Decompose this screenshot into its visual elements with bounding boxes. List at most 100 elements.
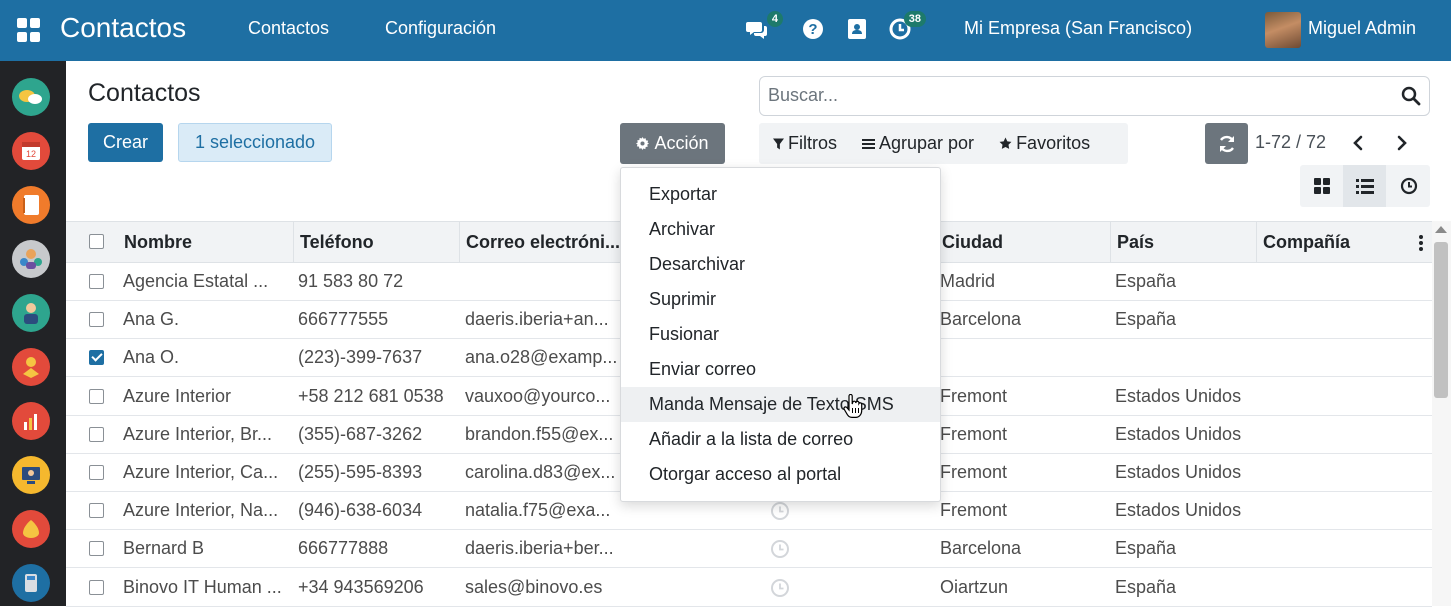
search-icon[interactable] <box>1401 86 1421 106</box>
filters-button[interactable]: Filtros <box>773 123 837 164</box>
cell-country: Estados Unidos <box>1115 500 1242 521</box>
selection-count-badge[interactable]: 1 seleccionado <box>178 123 332 162</box>
menu-item-desarchivar[interactable]: Desarchivar <box>621 247 940 282</box>
messages-icon[interactable]: 4 <box>745 11 783 41</box>
create-button[interactable]: Crear <box>88 123 163 162</box>
pager-next-icon[interactable] <box>1391 131 1413 155</box>
refresh-button[interactable] <box>1205 123 1248 164</box>
table-row[interactable]: Binovo IT Human ... +34 943569206 sales@bi… <box>66 568 1432 607</box>
cell-name: Ana O. <box>123 347 180 368</box>
action-dropdown-menu: Exportar Archivar Desarchivar Suprimir F… <box>620 167 941 502</box>
group-by-button[interactable]: Agrupar por <box>862 123 974 164</box>
user-avatar[interactable] <box>1265 12 1301 48</box>
cell-phone: (223)-399-7637 <box>298 347 423 368</box>
menu-contactos[interactable]: Contactos <box>248 18 329 39</box>
cell-phone: +58 212 681 0538 <box>298 385 444 406</box>
crm-app-icon[interactable] <box>12 348 50 386</box>
refresh-icon <box>1219 135 1234 152</box>
cell-email: brandon.f55@ex... <box>465 423 614 444</box>
company-switcher[interactable]: Mi Empresa (San Francisco) <box>964 18 1192 39</box>
activities-badge: 38 <box>903 11 926 27</box>
search-input[interactable] <box>768 85 1388 106</box>
column-header-nombre[interactable]: Nombre <box>118 222 294 262</box>
column-header-ciudad[interactable]: Ciudad <box>936 222 1111 262</box>
cell-country: España <box>1115 538 1177 559</box>
scroll-up-arrow[interactable] <box>1435 226 1447 233</box>
top-navbar: Contactos Contactos Configuración 4 ? 38… <box>0 0 1451 61</box>
bars-icon <box>862 138 875 149</box>
favorites-button[interactable]: Favoritos <box>999 123 1090 164</box>
user-menu[interactable]: Miguel Admin <box>1308 18 1416 39</box>
cell-phone: (255)-595-8393 <box>298 462 423 482</box>
column-header-compania[interactable]: Compañía <box>1257 222 1432 262</box>
cell-email: natalia.f75@exa... <box>465 500 611 521</box>
row-checkbox[interactable] <box>89 350 104 366</box>
cell-country: España <box>1115 309 1177 330</box>
list-view-icon[interactable] <box>1343 165 1386 207</box>
row-checkbox[interactable] <box>89 503 104 519</box>
page-title: Contactos <box>88 79 201 107</box>
column-header-telefono[interactable]: Teléfono <box>294 222 460 262</box>
contacts-app-icon[interactable] <box>12 240 50 278</box>
activity-clock-icon[interactable] <box>770 578 790 598</box>
contact-card-icon[interactable] <box>845 17 869 41</box>
cell-name: Azure Interior, Na... <box>123 500 279 521</box>
optional-columns-icon[interactable] <box>1418 234 1424 252</box>
cell-email: daeris.iberia+an... <box>465 309 609 330</box>
activity-view-icon[interactable] <box>1387 165 1430 207</box>
menu-item-enviar-correo[interactable]: Enviar correo <box>621 352 940 387</box>
cell-country: Estados Unidos <box>1115 385 1242 406</box>
menu-item-fusionar[interactable]: Fusionar <box>621 317 940 352</box>
select-all-checkbox[interactable] <box>89 234 104 249</box>
cell-name: Azure Interior, Br... <box>123 423 273 444</box>
column-header-pais[interactable]: País <box>1111 222 1257 262</box>
star-icon <box>999 137 1012 149</box>
menu-item-enviar-sms[interactable]: Manda Mensaje de Texto SMS <box>621 387 940 422</box>
notes-app-icon[interactable] <box>12 186 50 224</box>
pos-app-icon[interactable] <box>12 564 50 602</box>
sales-app-icon[interactable] <box>12 402 50 440</box>
app-menu-icon[interactable] <box>17 18 41 42</box>
row-checkbox[interactable] <box>89 274 104 289</box>
menu-item-anadir-lista-correo[interactable]: Añadir a la lista de correo <box>621 422 940 457</box>
discuss-app-icon[interactable] <box>12 78 50 116</box>
cell-email: vauxoo@yourco... <box>465 385 611 406</box>
activities-clock-icon[interactable]: 38 <box>888 11 926 41</box>
calendar-app-icon[interactable]: 12 <box>12 132 50 170</box>
scrollbar-thumb[interactable] <box>1434 242 1448 398</box>
activity-clock-icon[interactable] <box>770 539 790 559</box>
row-checkbox[interactable] <box>89 541 104 557</box>
cell-email: ana.o28@examp... <box>465 347 618 368</box>
row-checkbox[interactable] <box>89 579 104 595</box>
action-button[interactable]: Acción <box>620 123 725 164</box>
menu-item-suprimir[interactable]: Suprimir <box>621 282 940 317</box>
menu-item-exportar[interactable]: Exportar <box>621 177 940 212</box>
cell-phone: (355)-687-3262 <box>298 423 423 444</box>
employees-app-icon[interactable] <box>12 294 50 332</box>
website-app-icon[interactable] <box>12 456 50 494</box>
cell-city: Fremont <box>940 423 1008 444</box>
menu-item-archivar[interactable]: Archivar <box>621 212 940 247</box>
cell-country: Estados Unidos <box>1115 423 1242 444</box>
pager-previous-icon[interactable] <box>1347 131 1369 155</box>
cell-email: daeris.iberia+ber... <box>465 538 614 559</box>
hand-cursor-icon <box>843 394 863 418</box>
menu-item-acceso-portal[interactable]: Otorgar acceso al portal <box>621 457 940 492</box>
pager-value[interactable]: 1-72 / 72 <box>1255 132 1326 153</box>
row-checkbox[interactable] <box>89 426 104 442</box>
cell-city: Barcelona <box>940 309 1022 330</box>
table-row[interactable]: Bernard B 666777888 daeris.iberia+ber... Ba… <box>66 530 1432 569</box>
cell-email <box>465 263 635 300</box>
help-icon[interactable]: ? <box>801 17 825 41</box>
cell-city: Oiartzun <box>940 576 1009 597</box>
svg-text:?: ? <box>808 21 817 38</box>
row-checkbox[interactable] <box>89 312 104 328</box>
row-checkbox[interactable] <box>89 465 104 480</box>
filter-icon <box>773 138 784 149</box>
row-checkbox[interactable] <box>89 388 104 404</box>
activity-clock-icon[interactable] <box>770 501 790 521</box>
expenses-app-icon[interactable] <box>12 510 50 548</box>
cell-phone: (946)-638-6034 <box>298 500 423 521</box>
kanban-view-icon[interactable] <box>1300 165 1343 207</box>
menu-configuracion[interactable]: Configuración <box>385 18 496 39</box>
